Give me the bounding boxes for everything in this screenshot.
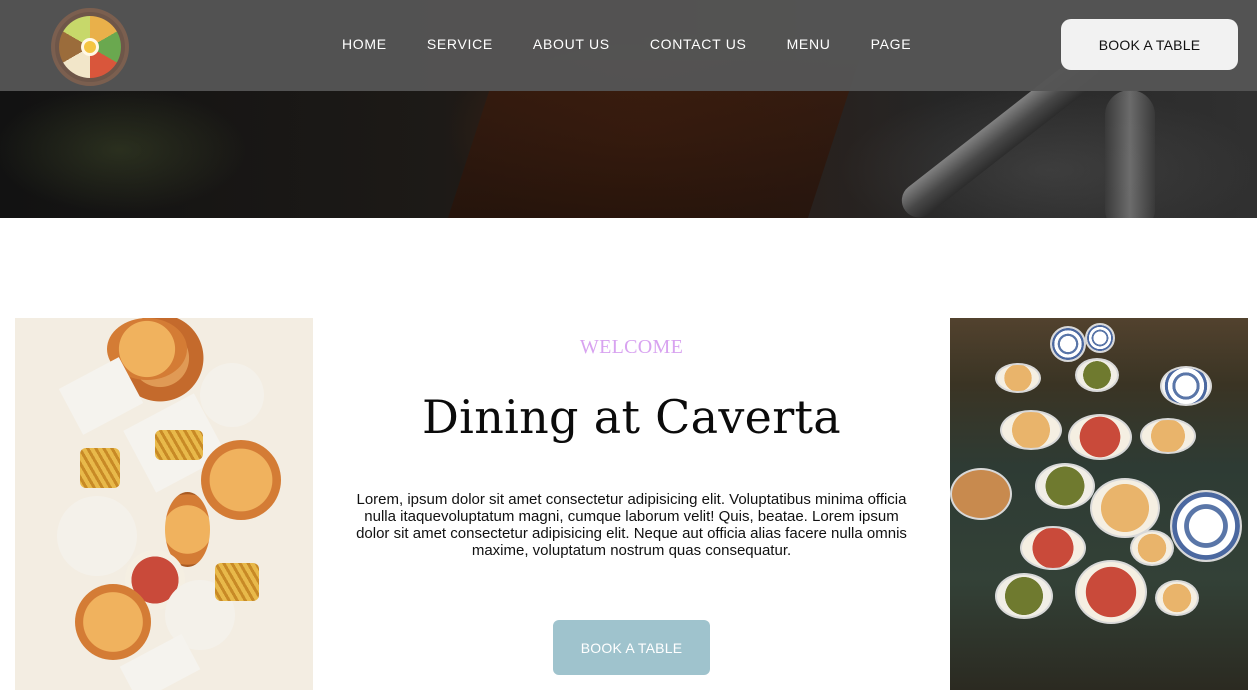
pizza-image bbox=[201, 440, 281, 520]
plate-image bbox=[1160, 366, 1212, 406]
nav-home[interactable]: HOME bbox=[342, 36, 387, 52]
olive-bowl-image bbox=[995, 573, 1053, 619]
plate-image bbox=[1000, 410, 1062, 450]
section-description: Lorem, ipsum dolor sit amet consectetur … bbox=[356, 491, 907, 559]
bowl-image bbox=[1130, 530, 1174, 566]
nav-service[interactable]: SERVICE bbox=[427, 36, 493, 52]
bowl-image bbox=[1050, 326, 1086, 362]
pastry-basket-image bbox=[950, 468, 1012, 520]
fries-image bbox=[80, 448, 120, 488]
book-table-button[interactable]: BOOK A TABLE bbox=[553, 620, 710, 675]
plate-image bbox=[57, 496, 137, 576]
food-spread-photo-left bbox=[15, 318, 313, 690]
plate-image bbox=[1170, 490, 1242, 562]
section-title: Dining at Caverta bbox=[422, 390, 841, 444]
section-eyebrow: WELCOME bbox=[579, 336, 684, 358]
plate-image bbox=[1140, 418, 1196, 454]
dish-image bbox=[1020, 526, 1086, 570]
plate-image bbox=[200, 363, 264, 427]
nav-contact-us[interactable]: CONTACT US bbox=[650, 36, 747, 52]
bowl-image bbox=[1075, 358, 1119, 392]
nav-page[interactable]: PAGE bbox=[871, 36, 912, 52]
logo-egg-icon bbox=[81, 38, 99, 56]
site-logo[interactable] bbox=[51, 8, 129, 86]
nav-menu[interactable]: MENU bbox=[787, 36, 831, 52]
dish-image bbox=[1068, 414, 1132, 460]
bowl-image bbox=[1085, 323, 1115, 353]
breakfast-spread-photo-right bbox=[950, 318, 1248, 690]
bowl-image bbox=[1155, 580, 1199, 616]
bowl-image bbox=[1035, 463, 1095, 509]
fries-image bbox=[155, 430, 203, 460]
pizza-image bbox=[75, 584, 151, 660]
fries-image bbox=[215, 563, 259, 601]
hero-spoon bbox=[1105, 90, 1155, 218]
site-header: HOME SERVICE ABOUT US CONTACT US MENU PA… bbox=[0, 0, 1257, 91]
book-table-header-button[interactable]: BOOK A TABLE bbox=[1061, 19, 1238, 70]
toast-plate-image bbox=[1090, 478, 1160, 538]
nav-about-us[interactable]: ABOUT US bbox=[533, 36, 610, 52]
meat-plate-image bbox=[1075, 560, 1147, 624]
main-nav: HOME SERVICE ABOUT US CONTACT US MENU PA… bbox=[342, 36, 951, 52]
plate-image bbox=[995, 363, 1041, 393]
